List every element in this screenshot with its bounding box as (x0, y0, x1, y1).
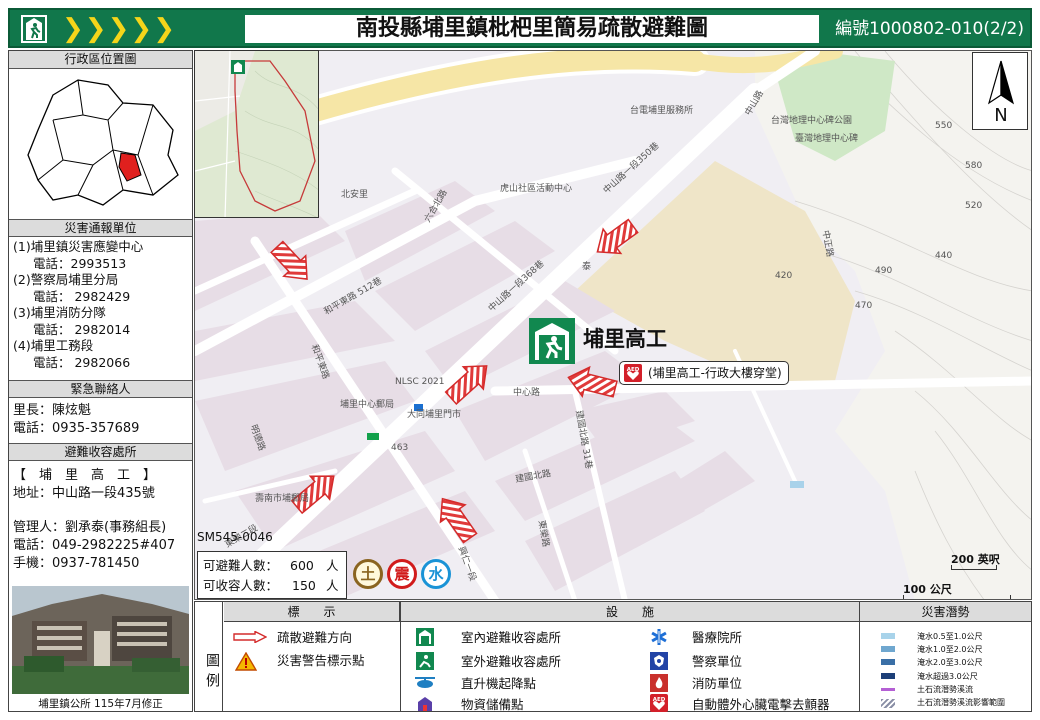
scale-m-bar (903, 595, 1011, 599)
legend-markers-head: 標 示 (224, 602, 400, 622)
earthquake-hazard-badge: 震 (387, 559, 417, 589)
chevron-decoration: ❯ ❯ ❯ ❯ ❯ (62, 14, 175, 44)
shelter-marker-icon[interactable] (529, 318, 575, 364)
label-nlsc: NLSC 2021 (395, 377, 445, 387)
overview-map[interactable] (194, 50, 319, 218)
evacuation-map[interactable]: 台電埔里服務所 台灣地理中心碑公園 臺灣地理中心碑 虎山社區活動中心 北安里 六… (194, 50, 1032, 600)
disaster-units-title: 災害通報單位 (9, 219, 192, 237)
hazard-swatch (881, 672, 895, 679)
label-shounan-post: 壽南市埔郵局 (255, 494, 310, 504)
legend-evac-direction: 疏散避難方向 (277, 630, 353, 645)
disaster-units-list: (1)埔里鎮災害應變中心 電話：2993513 (2)警察局埔里分局 電話： 2… (13, 239, 144, 370)
evac-direction-arrow-icon (233, 631, 267, 643)
capacity-box: 可避難人數： 600 人 可收容人數： 150 人 (197, 551, 347, 599)
hazard-label: 淹水1.0至2.0公尺 (917, 645, 983, 655)
shelter-photo (12, 586, 189, 694)
indoor-shelter-icon (416, 628, 434, 646)
legend-aed: 自動體外心臟電擊去顫器 (692, 697, 830, 712)
hazard-label: 淹水2.0至3.0公尺 (917, 658, 983, 668)
scale-ft-bar (951, 565, 997, 570)
photo-caption: 埔里鎮公所 115年7月修正 (38, 698, 163, 710)
admin-map-title: 行政區位置圖 (9, 51, 192, 69)
label-contour-580: 580 (965, 161, 983, 171)
hazard-label: 淹水超過3.0公尺 (917, 671, 978, 681)
map-code: 編號1000802-010(2/2) (835, 19, 1024, 39)
left-panel: 行政區位置圖 災害通報單位 (1)埔里鎮災害應變中心 電話：2993513 (2… (8, 50, 193, 712)
label-contour-440: 440 (935, 251, 953, 261)
hospital-icon (651, 629, 667, 645)
label-contour-490: 490 (875, 266, 893, 276)
legend-fire-station: 消防單位 (692, 676, 743, 691)
label-contour-420: 420 (775, 271, 793, 281)
label-hushan-center: 虎山社區活動中心 (500, 184, 573, 194)
flood-hazard-badge: 水 (421, 559, 451, 589)
label-contour-520: 520 (965, 201, 983, 211)
hazard-swatch (881, 633, 895, 639)
legend-police: 警察單位 (692, 654, 743, 669)
aed-icon: AED (624, 364, 642, 382)
hazard-badges: 土 震 水 (353, 559, 451, 589)
label-post-office: 埔里中心郵局 (340, 400, 395, 410)
label-elev-463: 463 (391, 443, 409, 453)
legend-outdoor-shelter: 室外避難收容處所 (461, 654, 562, 669)
label-taipower: 台電埔里服務所 (630, 106, 694, 116)
hazard-swatch (881, 687, 895, 691)
emergency-contact-title: 緊急聯絡人 (9, 380, 192, 398)
shelter-label: 埔里高工 (583, 327, 667, 351)
township-locator-map (27, 79, 179, 206)
label-tai: 泰 (582, 262, 592, 272)
evac-capacity-label: 可避難人數： (203, 558, 279, 573)
legend-supply-depot: 物資儲備點 (461, 697, 524, 712)
legend-hospital: 醫療院所 (692, 630, 743, 645)
shelter-title: 避難收容處所 (9, 443, 192, 461)
hazard-swatch (881, 699, 895, 708)
evac-capacity-unit: 人 (326, 558, 339, 573)
label-zhongxin-west: 中心路 (513, 388, 541, 398)
hazard-label: 淹水0.5至1.0公尺 (917, 632, 983, 641)
landslide-hazard-badge: 土 (353, 559, 383, 589)
supply-depot-icon (418, 697, 432, 711)
label-beian: 北安里 (341, 190, 369, 200)
house-capacity-label: 可收容人數： (203, 578, 279, 593)
shelter-icon (21, 15, 47, 43)
hazard-swatch (881, 659, 895, 666)
sheet-id: SM545-0046 (197, 530, 273, 544)
aed-legend-icon: AED (650, 694, 668, 712)
label-datong-store: 大同埔里門市 (407, 410, 462, 420)
hazard-label: 土石流潛勢溪流 (917, 684, 973, 694)
hazard-swatch (881, 646, 895, 653)
house-capacity-value: 150 (292, 578, 316, 593)
emergency-contact: 里長：陳炫魁 電話：0935-357689 (13, 403, 140, 436)
legend-helipad: 直升機起降點 (461, 676, 537, 691)
north-arrow: N (972, 52, 1028, 130)
house-capacity-unit: 人 (326, 578, 339, 593)
aed-callout: AED (埔里高工-行政大樓穿堂) (619, 361, 789, 385)
label-contour-470: 470 (855, 301, 873, 311)
label-geo-monument: 臺灣地理中心碑 (795, 134, 859, 144)
overview-map-base (195, 51, 318, 217)
legend-warning-point: 災害警告標示點 (277, 653, 365, 668)
header-bar: ❯ ❯ ❯ ❯ ❯ 南投縣埔里鎮枇杷里簡易疏散避難圖 編號1000802-010(2/2… (8, 8, 1032, 48)
evac-capacity-value: 600 (290, 558, 314, 573)
legend-facilities-head: 設 施 (401, 602, 859, 622)
label-contour-550: 550 (935, 121, 953, 131)
page-title: 南投縣埔里鎮枇杷里簡易疏散避難圖 (245, 15, 819, 43)
helipad-icon (415, 677, 435, 688)
police-icon (650, 652, 668, 670)
warning-sign-icon (235, 652, 257, 671)
label-geo-park: 台灣地理中心碑公園 (771, 116, 853, 126)
legend-panel: 圖例 標 示 疏散避難方向 災害警告標示點 設 施 室內避難收容處所 室外避難收… (194, 601, 1032, 712)
legend-indoor-shelter: 室內避難收容處所 (461, 630, 562, 645)
hazard-label: 土石流潛勢溪流影響範圍 (917, 698, 1005, 707)
shelter-info: 【 埔 里 高 工 】 地址：中山路一段435號 管理人：劉承泰(事務組長) 電… (13, 468, 176, 571)
fire-station-icon (650, 674, 668, 692)
north-letter: N (994, 105, 1008, 126)
legend-hazards-head: 災害潛勢 (860, 602, 1031, 622)
legend-side-label: 圖例 (195, 602, 223, 711)
outdoor-shelter-icon (416, 652, 434, 670)
